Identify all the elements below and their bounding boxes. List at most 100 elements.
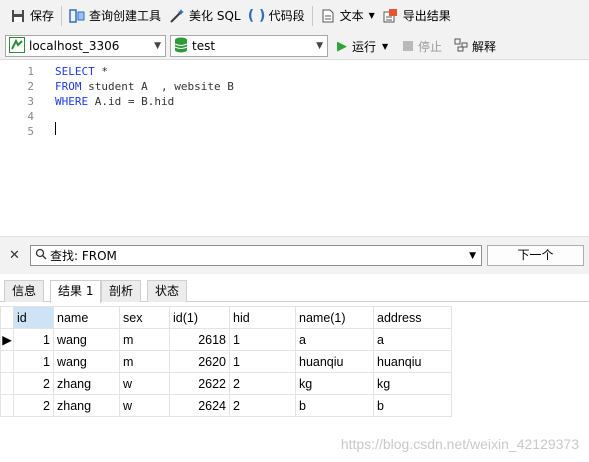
row-indicator [0,372,14,395]
table-row[interactable]: 2 zhang w 2624 2 b b [0,394,452,417]
cell-sex[interactable]: w [119,394,170,417]
column-header-name[interactable]: name [53,306,120,329]
database-icon [174,37,188,56]
cell-address[interactable]: huanqiu [373,350,452,373]
cell-name1[interactable]: a [295,328,374,351]
code-snippet-button[interactable]: ( ) 代码段 [245,4,309,28]
toolbar-divider [311,5,313,26]
cell-name1[interactable]: huanqiu [295,350,374,373]
cell-address[interactable]: kg [373,372,452,395]
line-number: 4 [27,110,34,123]
sql-text: student A , website B [81,80,234,93]
text-menu-button[interactable]: 文本 ▼ [316,4,379,28]
export-results-button[interactable]: 导出结果 [379,4,455,28]
connection-icon [9,36,25,56]
stop-button[interactable]: 停止 [403,36,442,56]
cell-hid[interactable]: 2 [229,394,296,417]
tab-info[interactable]: 信息 [4,280,45,302]
cell-sex[interactable]: w [119,372,170,395]
cell-hid[interactable]: 1 [229,350,296,373]
table-row[interactable]: ▶ 1 wang m 2618 1 a a [0,328,452,351]
result-tabs: 信息 结果 1 剖析 状态 [0,278,589,303]
cell-hid[interactable]: 1 [229,328,296,351]
cell-hid[interactable]: 2 [229,372,296,395]
tab-profile[interactable]: 剖析 [101,280,142,302]
code-line: WHERE A.id = B.hid [55,94,234,109]
column-header-address[interactable]: address [373,306,452,329]
cell-id1[interactable]: 2622 [169,372,230,395]
close-icon[interactable]: ✕ [9,248,20,263]
cell-name[interactable]: wang [53,350,120,373]
cell-name[interactable]: wang [53,328,120,351]
cell-id1[interactable]: 2620 [169,350,230,373]
code-line: SELECT * [55,64,234,79]
grid-header-row: id name sex id(1) hid name(1) address [0,306,452,329]
explain-icon [454,38,468,55]
column-header-id1[interactable]: id(1) [169,306,230,329]
beautify-sql-label: 美化 SQL [189,9,241,23]
chevron-down-icon[interactable]: ▼ [469,251,476,261]
database-select[interactable]: test ▼ [170,35,328,57]
find-value: 查找: FROM [50,249,117,263]
cell-id1[interactable]: 2618 [169,328,230,351]
cell-id[interactable]: 1 [13,328,54,351]
query-builder-button[interactable]: 查询创建工具 [65,4,165,28]
explain-label: 解释 [472,39,497,54]
cell-id[interactable]: 2 [13,372,54,395]
search-icon [35,248,47,263]
sql-editor[interactable]: 1 2 3 4 5 SELECT * FROM student A , webs… [0,60,589,236]
table-row[interactable]: 2 zhang w 2622 2 kg kg [0,372,452,395]
cell-name[interactable]: zhang [53,372,120,395]
table-row[interactable]: 1 wang m 2620 1 huanqiu huanqiu [0,350,452,373]
column-header-sex[interactable]: sex [119,306,170,329]
find-bar: ✕ 查找: FROM ▼ 下一个 [0,236,589,274]
find-next-button[interactable]: 下一个 [487,245,584,266]
cell-name[interactable]: zhang [53,394,120,417]
cell-id[interactable]: 2 [13,394,54,417]
tab-status[interactable]: 状态 [147,280,188,302]
column-header-id[interactable]: id [13,306,54,329]
export-results-label: 导出结果 [402,9,451,23]
line-number: 2 [27,80,34,93]
cell-sex[interactable]: m [119,350,170,373]
line-number-gutter: 1 2 3 4 5 [0,64,40,139]
parentheses-icon: ( ) [247,7,266,24]
cell-address[interactable]: b [373,394,452,417]
cell-sex[interactable]: m [119,328,170,351]
chevron-down-icon: ▼ [154,41,161,51]
sql-text: A.id = B.hid [88,95,175,108]
tab-result-1[interactable]: 结果 1 [50,280,102,303]
beautify-sql-button[interactable]: 美化 SQL [165,4,245,28]
save-button[interactable]: 保存 [6,4,58,28]
code-snippet-label: 代码段 [268,9,305,23]
code-area[interactable]: SELECT * FROM student A , website B WHER… [55,64,234,139]
sql-keyword: WHERE [55,95,89,108]
database-value: test [192,39,216,53]
explain-button[interactable]: 解释 [454,36,496,56]
code-line: FROM student A , website B [55,79,234,94]
main-toolbar: 保存 查询创建工具 美化 SQL ( ) 代码段 文本 ▼ 导出结果 [0,0,589,31]
watermark-text: https://blog.csdn.net/weixin_42129373 [340,436,579,452]
cell-name1[interactable]: b [295,394,374,417]
find-input[interactable]: 查找: FROM ▼ [30,245,482,266]
chevron-down-icon: ▼ [382,41,389,51]
cell-id1[interactable]: 2624 [169,394,230,417]
stop-icon [403,41,413,51]
sql-keyword: FROM [55,80,82,93]
result-grid[interactable]: id name sex id(1) hid name(1) address ▶ … [0,306,452,417]
text-cursor [55,122,56,135]
connection-toolbar: localhost_3306 ▼ test ▼ ▶ 运行 ▼ 停止 解释 [0,31,589,60]
column-header-hid[interactable]: hid [229,306,296,329]
query-builder-icon [69,8,85,24]
cell-id[interactable]: 1 [13,350,54,373]
line-number: 3 [27,95,34,108]
run-button[interactable]: ▶ 运行 ▼ [337,36,388,56]
document-icon [320,8,336,24]
chevron-down-icon: ▼ [368,11,375,20]
cell-address[interactable]: a [373,328,452,351]
connection-select[interactable]: localhost_3306 ▼ [5,35,166,57]
cell-name1[interactable]: kg [295,372,374,395]
column-header-name1[interactable]: name(1) [295,306,374,329]
